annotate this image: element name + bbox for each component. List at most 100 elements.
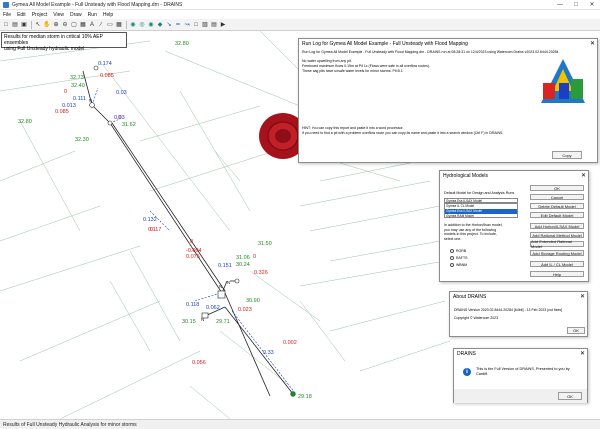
menu-view[interactable]: View xyxy=(50,12,67,18)
menu-project[interactable]: Project xyxy=(29,12,51,18)
status-bar: Results of Full Unsteady Hydraulic Analy… xyxy=(0,419,600,429)
open-folder-icon[interactable]: ▤ xyxy=(11,21,19,29)
depth-label: 0.085 xyxy=(100,73,114,79)
depth-label: 0.023 xyxy=(238,307,252,313)
radio-label: WBNM xyxy=(456,262,468,267)
flow-label: 0.33 xyxy=(263,350,274,356)
pit-node xyxy=(89,102,95,108)
depth-label: 0 xyxy=(190,239,193,245)
drains-logo-image xyxy=(541,59,585,103)
about-title: About DRAINS xyxy=(453,293,487,300)
dropdown-option[interactable]: Gymea RAM Model xyxy=(445,214,517,219)
run-log-title: Run Log for Gymea All Model Example - Fu… xyxy=(302,40,468,47)
line-icon[interactable]: ∕ xyxy=(97,21,105,29)
help-button[interactable]: Help xyxy=(530,271,584,277)
new-file-icon[interactable]: □ xyxy=(2,21,10,29)
flood-mapping-icon[interactable]: ▤ xyxy=(210,21,218,29)
elevation-label: 32.30 xyxy=(75,137,89,143)
message-close-icon[interactable]: ✕ xyxy=(578,350,587,357)
channel-icon[interactable]: ≃ xyxy=(174,21,182,29)
message-title-bar: DRAINS ✕ xyxy=(454,349,587,358)
add-il-cl-model-button[interactable]: Add IL / CL Model xyxy=(530,261,584,267)
other-models-info: In addition to the Horton/Ilsax model, y… xyxy=(444,223,503,241)
depth-label: 0.326 xyxy=(254,270,268,276)
about-ok-button[interactable]: OK xyxy=(567,327,585,334)
hydro-title-bar: Hydrological Models ✕ xyxy=(440,171,588,180)
close-button[interactable]: ✕ xyxy=(584,0,600,10)
junction-node-icon[interactable]: ◎ xyxy=(138,21,146,29)
hydro-title: Hydrological Models xyxy=(443,172,489,179)
node-label: N xyxy=(89,98,92,103)
run-log-close-icon[interactable]: ✕ xyxy=(588,40,597,47)
ok-button[interactable]: OK xyxy=(530,185,584,191)
depth-label: 0 xyxy=(253,254,256,260)
elevation-label: 32.40 xyxy=(71,83,85,89)
storage-node-icon[interactable]: ◉ xyxy=(147,21,155,29)
pit-node-icon[interactable]: ◉ xyxy=(129,21,137,29)
default-model-dropdown[interactable]: Gymea IL CL Model Gymea Ess ILSAX Model … xyxy=(444,203,518,218)
info-icon: i xyxy=(463,368,471,376)
minimize-button[interactable]: — xyxy=(552,0,568,10)
select-arrow-icon[interactable]: ↖ xyxy=(34,21,42,29)
pit-node xyxy=(217,290,226,299)
delete-default-model-button[interactable]: Delete Default Model xyxy=(530,203,584,209)
elevation-label: 30.15 xyxy=(182,319,196,325)
zoom-out-icon[interactable]: ⊖ xyxy=(61,21,69,29)
run-log-dialog: Run Log for Gymea All Model Example - Fu… xyxy=(298,38,598,163)
overflow-route-icon[interactable]: ↝ xyxy=(183,21,191,29)
radio-rafts[interactable]: RAFTS xyxy=(450,255,490,260)
headwall-icon[interactable]: ◆ xyxy=(156,21,164,29)
subcatchment-icon[interactable]: □ xyxy=(192,21,200,29)
flow-label: 0.118 xyxy=(186,302,199,308)
flow-label: 0.151 xyxy=(218,263,232,269)
hydro-close-icon[interactable]: ✕ xyxy=(579,172,588,179)
edit-default-model-button[interactable]: Edit Default Model xyxy=(530,212,584,218)
menu-run[interactable]: Run xyxy=(85,12,100,18)
depth-label: 0.002 xyxy=(283,340,297,346)
about-title-bar: About DRAINS ✕ xyxy=(450,292,587,301)
pipe-icon[interactable]: ↘ xyxy=(165,21,173,29)
elevation-label: 32.80 xyxy=(175,41,189,47)
elevation-label: 29.71 xyxy=(216,319,230,325)
radio-wbnm[interactable]: WBNM xyxy=(450,262,490,267)
message-ok-button[interactable]: OK xyxy=(558,392,582,400)
run-log-title-bar: Run Log for Gymea All Model Example - Fu… xyxy=(299,39,597,48)
about-copyright: Copyright © Watercom 2023 xyxy=(454,316,499,320)
elevation-label: 31.50 xyxy=(258,241,272,247)
status-text: Results of Full Unsteady Hydraulic Analy… xyxy=(3,421,137,428)
drains-message-dialog: DRAINS ✕ i This is the Full Version of D… xyxy=(453,348,588,403)
message-title: DRAINS xyxy=(457,350,476,357)
flow-label: 0.062 xyxy=(206,305,220,311)
add-extended-rational-model-button[interactable]: Add Extended Rational Model xyxy=(530,239,584,249)
window-title: Gymea All Model Example - Full Unsteady … xyxy=(12,1,183,8)
toolbar-separator xyxy=(126,20,127,29)
rectangle-icon[interactable]: ▭ xyxy=(106,21,114,29)
menu-draw[interactable]: Draw xyxy=(67,12,85,18)
cancel-button[interactable]: Cancel xyxy=(530,194,584,200)
text-icon[interactable]: A xyxy=(88,21,96,29)
menu-edit[interactable]: Edit xyxy=(14,12,29,18)
hand-pan-icon[interactable]: ✋ xyxy=(43,21,51,29)
menu-help[interactable]: Help xyxy=(100,12,116,18)
results-note: Results for median storm in critical 10%… xyxy=(1,32,127,52)
grid-icon[interactable]: ▦ xyxy=(115,21,123,29)
run-icon[interactable]: ▶ xyxy=(219,21,227,29)
maximize-button[interactable]: □ xyxy=(568,0,584,10)
about-version: DRAINS Version 2023.02.8444.20284 [64bit… xyxy=(454,308,562,312)
add-storage-routing-model-button[interactable]: Add Storage Routing Model xyxy=(530,250,584,256)
add-rational-method-model-button[interactable]: Add Rational Method Model xyxy=(530,232,584,238)
zoom-box-icon[interactable]: ▢ xyxy=(70,21,78,29)
add-horton-ilsax-model-button[interactable]: Add Horton/ILSAX Model xyxy=(530,223,584,229)
radio-rorb[interactable]: RORB xyxy=(450,248,490,253)
zoom-extents-icon[interactable]: ▦ xyxy=(79,21,87,29)
results-note-line2: using Full Unsteady hydraulic model xyxy=(4,46,85,52)
run-log-hint: If you need to find a pit with a problem… xyxy=(302,131,504,135)
flow-label: 0.013 xyxy=(62,103,76,109)
zoom-in-icon[interactable]: ⊕ xyxy=(52,21,60,29)
about-close-icon[interactable]: ✕ xyxy=(578,293,587,300)
menu-file[interactable]: File xyxy=(0,12,14,18)
copy-button[interactable]: Copy xyxy=(552,151,582,159)
save-icon[interactable]: ▣ xyxy=(20,21,28,29)
title-bar: Gymea All Model Example - Full Unsteady … xyxy=(0,0,600,10)
detention-basin-icon[interactable]: ▧ xyxy=(201,21,209,29)
